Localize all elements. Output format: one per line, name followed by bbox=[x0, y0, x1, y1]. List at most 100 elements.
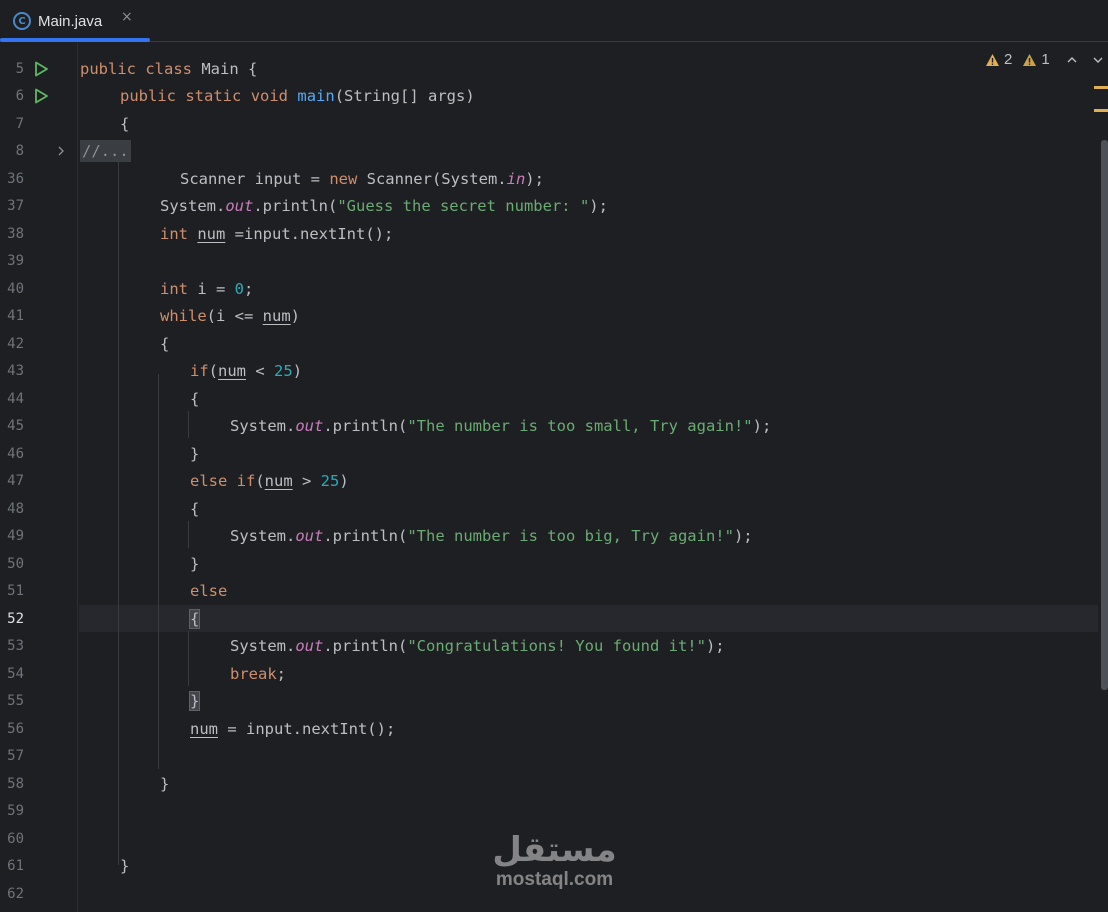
line-number: 49 bbox=[7, 528, 24, 544]
inspection-widget[interactable]: 2 1 bbox=[985, 51, 1104, 68]
line-number: 58 bbox=[7, 776, 24, 792]
code-text: ( bbox=[255, 472, 265, 490]
indent-guide bbox=[118, 153, 119, 865]
code-line-43: if(num < 25) bbox=[190, 361, 302, 381]
code-text: ); bbox=[589, 197, 608, 215]
folded-region[interactable]: //... bbox=[80, 140, 131, 162]
code-line-42: { bbox=[160, 334, 169, 354]
code-text: ); bbox=[733, 527, 753, 545]
expand-fold-icon[interactable] bbox=[56, 146, 66, 156]
code-line-46: } bbox=[190, 444, 199, 464]
code-line-44: { bbox=[190, 389, 199, 409]
code-text: .println( bbox=[323, 637, 408, 655]
scrollbar-thumb[interactable] bbox=[1101, 140, 1108, 690]
line-number-gutter: 5 6 7 8 36 37 38 39 40 41 42 43 44 45 46… bbox=[0, 43, 78, 912]
keyword: class bbox=[145, 60, 193, 78]
number-literal: 25 bbox=[274, 362, 293, 380]
code-text: { bbox=[160, 335, 170, 353]
run-main-icon[interactable] bbox=[33, 88, 49, 104]
code-text: < bbox=[246, 362, 275, 380]
code-text: (String[] args) bbox=[334, 87, 475, 105]
line-number: 61 bbox=[7, 858, 24, 874]
tab-title: Main.java bbox=[38, 12, 103, 30]
number-literal: 25 bbox=[320, 472, 340, 490]
code-text: ); bbox=[752, 417, 772, 435]
code-line-45: System.out.println("The number is too sm… bbox=[230, 416, 771, 436]
code-text: System. bbox=[230, 417, 296, 435]
current-line-highlight bbox=[79, 605, 1098, 632]
line-number: 42 bbox=[7, 336, 24, 352]
code-text: ) bbox=[292, 362, 303, 380]
code-line-61: } bbox=[120, 856, 129, 876]
code-line-53: System.out.println("Congratulations! You… bbox=[230, 636, 725, 656]
warning-icon bbox=[986, 53, 999, 66]
code-text: ) bbox=[290, 307, 301, 325]
keyword: break bbox=[230, 665, 277, 683]
code-text: } bbox=[190, 555, 200, 573]
code-text: Scanner input = bbox=[180, 170, 330, 188]
code-line-7: { bbox=[120, 114, 129, 134]
warning-marker[interactable] bbox=[1094, 109, 1108, 112]
line-number: 40 bbox=[7, 281, 24, 297]
keyword: while bbox=[160, 307, 207, 325]
indent-guide bbox=[188, 411, 189, 438]
run-class-icon[interactable] bbox=[33, 61, 49, 77]
keyword: else bbox=[190, 582, 228, 600]
code-line-8: //... bbox=[80, 140, 131, 162]
code-editor[interactable]: public class Main { public static void m… bbox=[79, 43, 1098, 912]
line-number-current: 52 bbox=[7, 611, 24, 627]
keyword: public bbox=[80, 60, 136, 78]
java-class-icon: C bbox=[13, 12, 31, 30]
indent-guide bbox=[158, 374, 159, 769]
line-number: 8 bbox=[15, 143, 24, 159]
line-number: 53 bbox=[7, 638, 24, 654]
variable: num bbox=[262, 307, 291, 325]
matched-brace: } bbox=[188, 691, 201, 711]
code-line-50: } bbox=[190, 554, 199, 574]
code-line-54: break; bbox=[230, 664, 286, 684]
code-text: System. bbox=[230, 637, 296, 655]
code-text: ); bbox=[705, 637, 725, 655]
line-number: 43 bbox=[7, 363, 24, 379]
code-text: System. bbox=[160, 197, 226, 215]
line-number: 46 bbox=[7, 446, 24, 462]
variable: num bbox=[190, 720, 218, 738]
variable: num bbox=[218, 362, 247, 380]
code-text: =input.nextInt(); bbox=[225, 225, 394, 243]
code-line-58: } bbox=[160, 774, 169, 794]
code-line-5: public class Main { bbox=[80, 59, 257, 79]
close-icon[interactable]: × bbox=[121, 9, 133, 25]
previous-highlight-icon[interactable] bbox=[1066, 54, 1078, 66]
code-line-56: num = input.nextInt(); bbox=[190, 719, 395, 739]
line-number: 6 bbox=[15, 88, 24, 104]
static-field: in bbox=[506, 170, 526, 188]
code-text: { bbox=[190, 500, 200, 518]
code-line-48: { bbox=[190, 499, 199, 519]
line-number: 55 bbox=[7, 693, 24, 709]
warning-marker[interactable] bbox=[1094, 86, 1108, 89]
string-literal: "Congratulations! You found it!" bbox=[407, 637, 706, 655]
keyword: public bbox=[120, 87, 176, 105]
code-text: } bbox=[190, 445, 200, 463]
code-line-37: System.out.println("Guess the secret num… bbox=[160, 196, 608, 216]
code-line-38: int num =input.nextInt(); bbox=[160, 224, 393, 244]
watermark-arabic: مستقل bbox=[492, 830, 617, 870]
variable: num bbox=[264, 472, 293, 490]
line-number: 54 bbox=[7, 666, 24, 682]
line-number: 36 bbox=[7, 171, 24, 187]
code-line-6: public static void main(String[] args) bbox=[120, 86, 475, 106]
code-text: } bbox=[160, 775, 170, 793]
line-number: 39 bbox=[7, 253, 24, 269]
code-text: { bbox=[190, 390, 200, 408]
code-text: ; bbox=[276, 665, 287, 683]
code-text: ) bbox=[339, 472, 349, 490]
line-number: 60 bbox=[7, 831, 24, 847]
line-number: 45 bbox=[7, 418, 24, 434]
line-number: 50 bbox=[7, 556, 24, 572]
indent-guide bbox=[188, 631, 189, 686]
watermark-latin: mostaql.com bbox=[495, 869, 614, 890]
string-literal: "The number is too big, Try again!" bbox=[407, 527, 734, 545]
number-literal: 0 bbox=[234, 280, 245, 298]
code-text: Scanner(System. bbox=[357, 170, 507, 188]
line-number: 56 bbox=[7, 721, 24, 737]
